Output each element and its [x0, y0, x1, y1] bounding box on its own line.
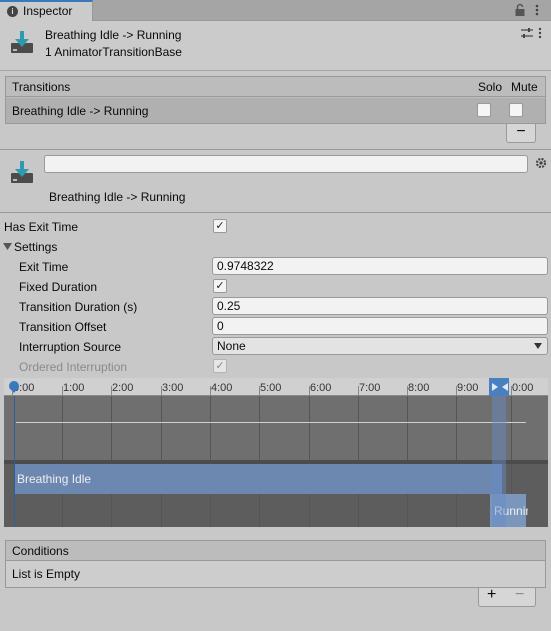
tick-label: 3:00: [162, 382, 184, 394]
tick-label: 1:00: [63, 382, 85, 394]
mute-column-label: Mute: [511, 80, 538, 94]
conditions-header: Conditions: [6, 541, 545, 561]
tick-mark: [358, 386, 359, 395]
solo-checkbox[interactable]: [477, 103, 491, 117]
tick-mark: [309, 386, 310, 395]
transitions-list: Transitions Solo Mute Breathing Idle -> …: [5, 76, 546, 124]
transitions-header-label: Transitions: [12, 80, 71, 94]
foldout-arrow-icon[interactable]: [3, 243, 12, 251]
exit-time-field[interactable]: 0.9748322: [212, 257, 548, 275]
exit-time-handle-icon[interactable]: [489, 378, 501, 396]
tick-label: 7:00: [359, 382, 381, 394]
solo-column-label: Solo: [478, 80, 503, 94]
conditions-list: Conditions List is Empty: [5, 540, 546, 588]
tick-mark: [456, 386, 457, 395]
transitions-list-header: Transitions Solo Mute: [6, 77, 545, 97]
kebab-menu-icon[interactable]: [534, 3, 540, 17]
transition-label: Breathing Idle -> Running: [49, 190, 186, 204]
has-exit-time-checkbox[interactable]: ✓: [213, 219, 227, 233]
tab-bar: i Inspector: [0, 0, 551, 21]
tick-label: 6:00: [310, 382, 332, 394]
remove-condition-button[interactable]: −: [515, 586, 524, 604]
has-exit-time-label: Has Exit Time: [4, 220, 79, 234]
add-condition-button[interactable]: +: [487, 586, 496, 604]
interruption-source-label: Interruption Source: [19, 340, 122, 354]
fixed-duration-label: Fixed Duration: [19, 280, 98, 294]
header-title: Breathing Idle -> Running: [45, 28, 182, 42]
mute-checkbox[interactable]: [509, 103, 523, 117]
playhead-marker-icon[interactable]: [8, 381, 20, 393]
tick-label: 8:00: [408, 382, 430, 394]
fixed-duration-checkbox[interactable]: ✓: [213, 279, 227, 293]
transition-row[interactable]: Breathing Idle -> Running: [6, 98, 545, 123]
tick-mark: [161, 386, 162, 395]
conditions-footer: + −: [478, 586, 536, 607]
header-subtitle: 1 AnimatorTransitionBase: [45, 45, 182, 59]
gear-icon[interactable]: [535, 157, 547, 169]
tick-label: 9:00: [457, 382, 479, 394]
transition-end-handle-icon[interactable]: [501, 378, 509, 396]
tick-mark: [259, 386, 260, 395]
tab-inspector-label: Inspector: [23, 4, 73, 18]
transition-row-name: Breathing Idle -> Running: [12, 104, 149, 118]
animator-transition-icon: [11, 31, 33, 53]
timeline-curve-area: [4, 396, 548, 461]
tick-mark: [111, 386, 112, 395]
tick-label: 4:00: [211, 382, 233, 394]
transition-duration-field[interactable]: 0.25: [212, 297, 548, 315]
tick-mark: [210, 386, 211, 395]
inspector-header: Breathing Idle -> Running 1 AnimatorTran…: [0, 21, 551, 71]
lock-icon[interactable]: [514, 3, 526, 17]
conditions-empty-text: List is Empty: [12, 567, 81, 581]
dropdown-arrow-icon: [534, 343, 542, 349]
settings-foldout-label[interactable]: Settings: [14, 240, 57, 254]
tick-label: 2:00: [112, 382, 134, 394]
tick-mark: [62, 386, 63, 395]
interruption-source-value: None: [217, 339, 246, 353]
tick-label: 5:00: [260, 382, 282, 394]
tick-mark: [407, 386, 408, 395]
interruption-source-dropdown[interactable]: None: [212, 337, 548, 355]
transition-duration-label: Transition Duration (s): [19, 300, 138, 314]
timeline-curve: [16, 422, 526, 423]
transition-offset-label: Transition Offset: [19, 320, 107, 334]
ordered-interruption-label: Ordered Interruption: [19, 360, 128, 374]
transition-blend-region[interactable]: [492, 396, 506, 527]
transition-timeline[interactable]: 0:00 1:00 2:00 3:00 4:00 5:00 6:00 7:00 …: [4, 378, 548, 527]
animator-transition-icon: [11, 161, 33, 183]
conditions-header-label: Conditions: [12, 544, 69, 558]
remove-transition-button[interactable]: −: [506, 124, 536, 143]
info-icon: i: [7, 6, 18, 17]
ordered-interruption-checkbox: ✓: [213, 359, 227, 373]
transition-offset-field[interactable]: 0: [212, 317, 548, 335]
preset-icon[interactable]: [520, 27, 534, 39]
playhead-line: [14, 396, 15, 527]
exit-time-label: Exit Time: [19, 260, 69, 274]
tick-mark: [511, 386, 512, 395]
source-state-label: Breathing Idle: [17, 472, 92, 486]
component-menu-icon[interactable]: [537, 27, 543, 39]
tick-label: 0:00: [512, 382, 534, 394]
timeline-ruler[interactable]: 0:00 1:00 2:00 3:00 4:00 5:00 6:00 7:00 …: [4, 378, 548, 396]
divider: [0, 149, 551, 150]
tab-inspector[interactable]: i Inspector: [0, 0, 93, 21]
divider: [0, 212, 551, 213]
transition-name-input[interactable]: [44, 155, 528, 173]
